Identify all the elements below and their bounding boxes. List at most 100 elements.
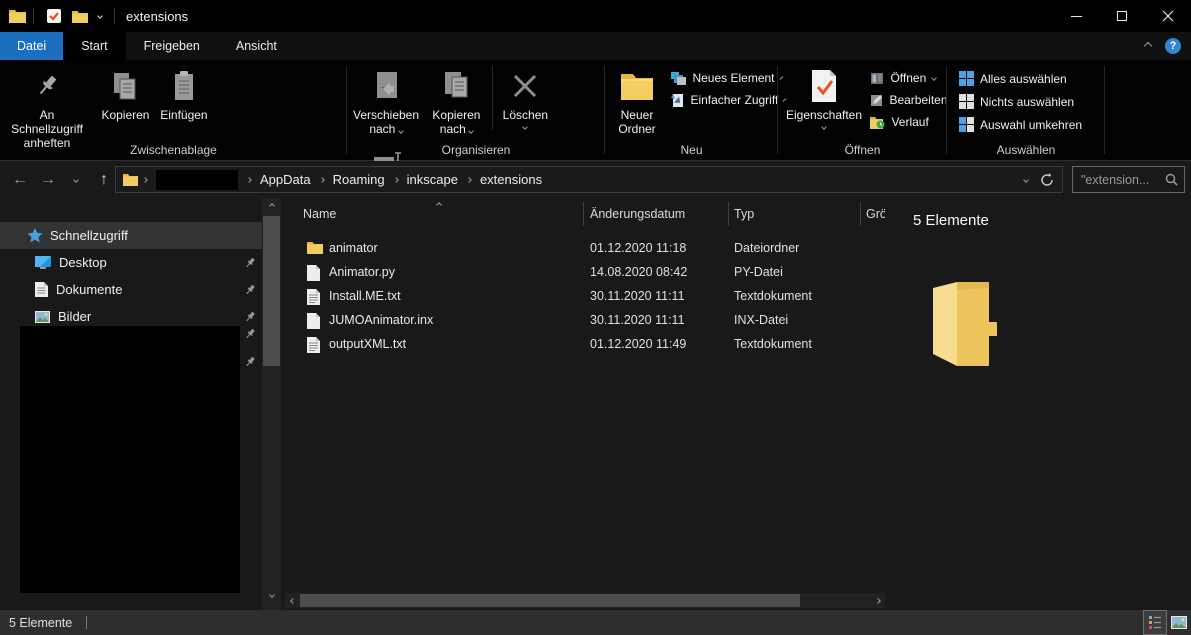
file-row[interactable]: outputXML.txt 01.12.2020 11:49 Textdokum… <box>285 333 885 357</box>
column-header-type[interactable]: Typ <box>734 207 754 221</box>
scrollbar-thumb[interactable] <box>300 594 800 607</box>
pin-to-quick-access-button[interactable]: An Schnellzugriff anheften <box>0 60 94 150</box>
scroll-right-icon[interactable] <box>870 593 885 608</box>
folder-icon <box>307 241 323 254</box>
chevron-down-icon <box>523 124 529 130</box>
scroll-up-icon[interactable] <box>262 198 281 213</box>
scroll-down-icon[interactable] <box>262 587 281 602</box>
group-label-select: Auswählen <box>947 143 1105 157</box>
breadcrumb-inkscape[interactable]: inkscape <box>403 172 462 187</box>
breadcrumb-roaming[interactable]: Roaming <box>329 172 389 187</box>
maximize-button[interactable] <box>1099 0 1145 32</box>
file-date: 30.11.2020 11:11 <box>590 289 685 303</box>
address-dropdown-icon[interactable] <box>1023 177 1029 183</box>
qat-customize-dropdown[interactable] <box>93 12 107 20</box>
select-none-button[interactable]: Nichts auswählen <box>957 93 1084 110</box>
scroll-left-icon[interactable] <box>285 593 300 608</box>
preview-folder-icon <box>929 278 1001 370</box>
delete-x-icon <box>512 64 538 108</box>
ribbon-group-clipboard: An Schnellzugriff anheften Kopieren Einf… <box>0 60 347 160</box>
help-icon[interactable]: ? <box>1165 38 1181 54</box>
file-name: animator <box>329 241 378 255</box>
file-row[interactable]: Install.ME.txt 30.11.2020 11:11 Textdoku… <box>285 285 885 309</box>
easy-access-button[interactable]: Einfacher Zugriff <box>669 92 777 108</box>
ribbon-collapse-icon[interactable] <box>1144 42 1152 50</box>
open-icon <box>870 72 884 85</box>
qat-properties-button[interactable] <box>41 6 67 26</box>
file-row[interactable]: JUMOAnimator.inx 30.11.2020 11:11 INX-Da… <box>285 309 885 333</box>
tab-freigeben[interactable]: Freigeben <box>126 32 218 60</box>
paste-button[interactable]: Einfügen <box>157 60 211 122</box>
breadcrumb-extensions[interactable]: extensions <box>476 172 546 187</box>
tab-start[interactable]: Start <box>63 32 125 60</box>
recent-locations-button[interactable] <box>62 166 90 194</box>
status-separator <box>86 616 87 629</box>
column-header-name[interactable]: Name <box>303 207 336 221</box>
qat-new-folder-button[interactable] <box>67 8 93 25</box>
sidebar-item-quick-access[interactable]: Schnellzugriff <box>0 222 262 249</box>
pin-icon <box>244 328 256 340</box>
file-row[interactable]: animator 01.12.2020 11:18 Dateiordner <box>285 237 885 261</box>
properties-button[interactable]: Eigenschaften <box>784 60 864 129</box>
edit-button[interactable]: Bearbeiten <box>868 92 946 108</box>
intra-group-separator <box>492 66 493 130</box>
history-icon <box>870 116 885 129</box>
column-header-size[interactable]: Größe <box>866 207 885 221</box>
open-button[interactable]: Öffnen <box>868 70 946 86</box>
tab-ansicht[interactable]: Ansicht <box>218 32 295 60</box>
sort-ascending-icon <box>436 202 442 208</box>
pin-icon <box>244 284 256 296</box>
text-file-icon <box>307 289 320 305</box>
move-to-icon <box>373 64 399 108</box>
ribbon-group-open: Eigenschaften Öffnen Bearbeiten <box>778 60 947 160</box>
sidebar-scrollbar[interactable] <box>262 198 281 610</box>
new-folder-button[interactable]: NeuerOrdner <box>609 60 665 136</box>
breadcrumb-chevron <box>466 177 472 183</box>
invert-selection-icon <box>959 117 974 132</box>
breadcrumb-appdata[interactable]: AppData <box>256 172 315 187</box>
new-folder-icon <box>620 64 654 108</box>
sidebar-item-documents[interactable]: Dokumente <box>0 276 262 303</box>
invert-selection-button[interactable]: Auswahl umkehren <box>957 116 1084 133</box>
ribbon-group-organize: Verschieben nach Kopieren nach Löschen <box>347 60 605 160</box>
column-header-date[interactable]: Änderungsdatum <box>590 207 685 221</box>
delete-button[interactable]: Löschen <box>497 60 553 129</box>
sidebar-item-desktop[interactable]: Desktop <box>0 249 262 276</box>
copy-to-button[interactable]: Kopieren nach <box>425 60 487 136</box>
minimize-button[interactable] <box>1053 0 1099 32</box>
file-row[interactable]: Animator.py 14.08.2020 08:42 PY-Datei <box>285 261 885 285</box>
redacted-user-folder <box>156 170 238 190</box>
up-button[interactable]: ↑ <box>90 166 118 194</box>
breadcrumb-chevron <box>319 177 325 183</box>
app-folder-icon <box>9 9 26 23</box>
search-icon[interactable] <box>1165 173 1178 186</box>
select-all-button[interactable]: Alles auswählen <box>957 70 1084 87</box>
move-to-button[interactable]: Verschieben nach <box>351 60 421 136</box>
pictures-icon <box>35 311 50 323</box>
column-separator[interactable] <box>860 202 861 226</box>
close-button[interactable] <box>1145 0 1191 32</box>
forward-button[interactable]: → <box>34 166 62 194</box>
sidebar-item-label: Schnellzugriff <box>50 228 128 243</box>
titlebar-separator <box>33 8 34 24</box>
history-button[interactable]: Verlauf <box>868 114 946 130</box>
address-field[interactable]: AppData Roaming inkscape extensions <box>115 166 1063 193</box>
details-view-button[interactable] <box>1143 610 1167 635</box>
copy-button[interactable]: Kopieren <box>98 60 152 122</box>
file-icon <box>307 265 320 281</box>
refresh-icon[interactable] <box>1040 173 1054 187</box>
chevron-down-icon <box>398 128 404 134</box>
back-button[interactable]: ← <box>6 166 34 194</box>
group-label-open: Öffnen <box>778 143 947 157</box>
new-item-button[interactable]: Neues Element <box>669 70 777 86</box>
thumbnail-view-button[interactable] <box>1167 610 1191 635</box>
tab-datei[interactable]: Datei <box>0 32 63 60</box>
scrollbar-thumb[interactable] <box>263 216 280 366</box>
status-bar: 5 Elemente <box>0 610 1191 635</box>
file-type: Textdokument <box>734 289 812 303</box>
column-separator[interactable] <box>583 202 584 226</box>
filelist-horizontal-scrollbar[interactable] <box>285 593 885 608</box>
column-separator[interactable] <box>728 202 729 226</box>
search-input[interactable] <box>1079 172 1165 188</box>
text-file-icon <box>307 337 320 353</box>
